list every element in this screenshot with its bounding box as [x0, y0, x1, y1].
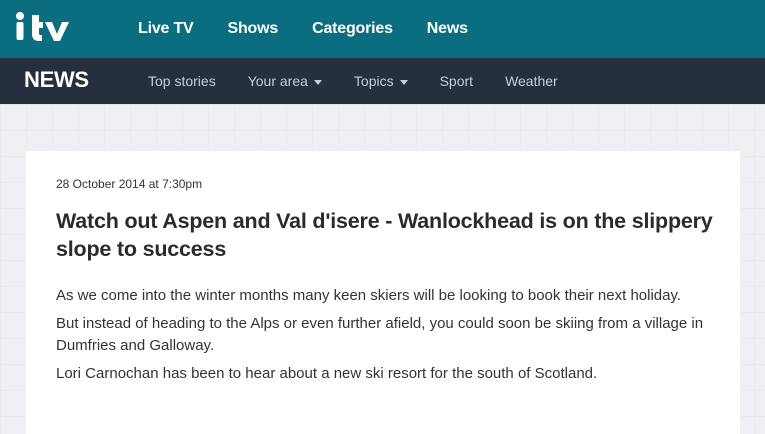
news-brand[interactable]: NEWS [24, 67, 89, 93]
article-paragraph: But instead of heading to the Alps or ev… [56, 315, 704, 354]
article-body: As we come into the winter months many k… [56, 285, 726, 391]
news-nav-sport[interactable]: Sport [440, 73, 473, 89]
news-nav-label: Weather [505, 73, 558, 89]
news-nav-label: Top stories [148, 73, 216, 89]
article-headline: Watch out Aspen and Val d'isere - Wanloc… [56, 209, 713, 261]
news-nav-top-stories[interactable]: Top stories [148, 73, 216, 89]
news-section-bar: NEWS Top stories Your area Topics Sport … [0, 58, 765, 104]
article-paragraph: Lori Carnochan has been to hear about a … [56, 365, 598, 382]
chevron-down-icon [313, 79, 322, 85]
nav-news[interactable]: News [427, 20, 468, 38]
news-nav-topics[interactable]: Topics [354, 73, 408, 89]
itv-logo[interactable] [14, 10, 78, 46]
news-nav-your-area[interactable]: Your area [248, 73, 322, 89]
news-nav-label: Sport [439, 73, 474, 89]
article-date: 28 October 2014 at 7:30pm [56, 177, 203, 191]
news-nav-weather[interactable]: Weather [505, 73, 558, 89]
nav-categories[interactable]: Categories [312, 20, 393, 38]
news-nav-label: Topics [353, 73, 394, 89]
nav-live-tv[interactable]: Live TV [138, 20, 194, 38]
itv-top-bar: Live TV Shows Categories News [0, 0, 765, 58]
article-paragraph: As we come into the winter months many k… [56, 287, 682, 304]
news-nav-label: Your area [247, 73, 308, 89]
article-card: 28 October 2014 at 7:30pm Watch out Aspe… [26, 151, 740, 434]
nav-shows[interactable]: Shows [228, 20, 279, 38]
main-navigation: Live TV Shows Categories News [138, 0, 502, 58]
chevron-down-icon [399, 79, 408, 85]
news-navigation: Top stories Your area Topics Sport Weath… [148, 58, 590, 104]
